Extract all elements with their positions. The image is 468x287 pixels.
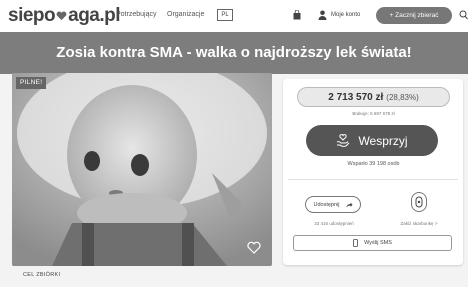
my-account-link[interactable]: Moje konto xyxy=(331,12,360,18)
panel-divider xyxy=(288,179,458,180)
site-logo[interactable]: siepo aga.pl xyxy=(8,5,121,27)
amount-raised: 2 713 570 zł xyxy=(328,91,384,103)
support-button[interactable]: Wesprzyj xyxy=(306,125,438,156)
campaign-photo[interactable] xyxy=(12,73,272,266)
language-flag-button[interactable]: PL xyxy=(217,9,233,21)
create-fundraiser-link[interactable]: Załóż skarbonkę > xyxy=(386,221,452,226)
search-icon[interactable] xyxy=(459,10,468,20)
shares-count: 33 416 udostępnień xyxy=(314,221,354,226)
user-icon[interactable] xyxy=(318,10,327,20)
amount-missing: Brakuje: 6 697 678 zł xyxy=(352,111,395,116)
share-button[interactable]: Udostępnij xyxy=(305,196,361,213)
hand-heart-icon xyxy=(337,133,350,147)
phone-icon xyxy=(353,239,359,247)
support-button-label: Wesprzyj xyxy=(358,133,408,148)
piggy-bank-icon[interactable] xyxy=(411,192,427,212)
fundraiser-goal-label: CEL ZBIÓRKI xyxy=(23,272,61,278)
logo-text-left: siepo xyxy=(8,5,56,26)
nav-link-organizacje[interactable]: Organizacje xyxy=(167,11,204,18)
urgent-badge: PILNE! xyxy=(16,77,47,89)
start-fundraiser-button[interactable]: + Zacznij zbierać xyxy=(376,7,452,24)
campaign-title: Zosia kontra SMA - walka o najdroższy le… xyxy=(56,44,412,61)
share-button-label: Udostępnij xyxy=(313,201,340,208)
sms-button-label: Wyślij SMS xyxy=(364,240,392,246)
amount-progress: 2 713 570 zł (28,83%) xyxy=(297,87,450,107)
nav-link-potrzebujacy[interactable]: Potrzebujący xyxy=(116,11,156,18)
percent-raised: (28,83%) xyxy=(386,92,419,102)
bag-icon[interactable] xyxy=(293,10,301,20)
send-sms-button[interactable]: Wyślij SMS xyxy=(293,235,452,251)
favorite-heart-icon[interactable] xyxy=(247,241,261,254)
baby-photo-illustration xyxy=(12,73,272,266)
supporters-count: Wsparło 39 198 osób xyxy=(347,161,400,167)
share-arrow-icon xyxy=(346,202,352,207)
logo-text-right: aga.pl xyxy=(68,5,121,26)
coin-icon xyxy=(415,196,423,208)
heart-icon xyxy=(56,11,67,21)
